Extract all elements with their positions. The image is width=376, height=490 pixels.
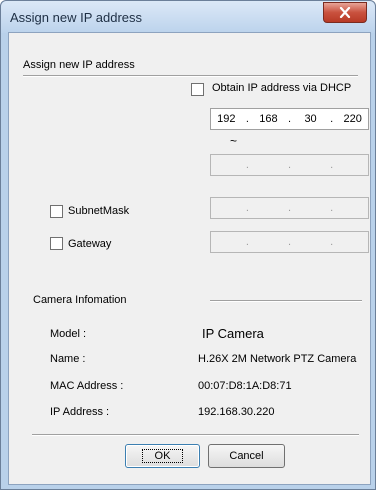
ip-dot: . bbox=[330, 113, 334, 125]
ip-dot: . bbox=[245, 202, 249, 214]
ip-start-octet-4: 220 bbox=[343, 113, 362, 125]
assign-section-label: Assign new IP address bbox=[23, 59, 135, 71]
ip-address-value: 192.168.30.220 bbox=[198, 406, 275, 418]
window-title: Assign new IP address bbox=[10, 10, 142, 25]
ip-address-label: IP Address : bbox=[50, 406, 110, 418]
gateway-input[interactable]: . . . bbox=[210, 231, 369, 253]
mac-value: 00:07:D8:1A:D8:71 bbox=[198, 380, 292, 392]
title-bar[interactable]: Assign new IP address bbox=[1, 1, 375, 33]
ip-dot: . bbox=[330, 159, 334, 171]
ip-dot: . bbox=[245, 159, 249, 171]
name-value: H.26X 2M Network PTZ Camera bbox=[198, 353, 357, 365]
ip-start-input[interactable]: 192 . 168 . 30 . 220 bbox=[210, 108, 369, 130]
ok-button-label: OK bbox=[141, 449, 184, 463]
ip-dot: . bbox=[287, 113, 292, 125]
name-label: Name : bbox=[50, 353, 86, 365]
mac-label: MAC Address : bbox=[50, 380, 124, 392]
ip-dot: . bbox=[330, 202, 334, 214]
cancel-button[interactable]: Cancel bbox=[208, 444, 285, 468]
assign-section-divider bbox=[23, 75, 358, 77]
ip-dot: . bbox=[287, 202, 292, 214]
ok-button[interactable]: OK bbox=[125, 444, 200, 468]
ip-dot: . bbox=[245, 236, 249, 248]
close-icon bbox=[339, 7, 351, 18]
dialog-window: Assign new IP address Assign new IP addr… bbox=[0, 0, 376, 490]
ip-dot: . bbox=[287, 236, 292, 248]
ip-start-octet-1: 192 bbox=[217, 113, 236, 125]
ip-dot: . bbox=[287, 159, 292, 171]
camera-section-label: Camera Infomation bbox=[33, 294, 127, 306]
button-divider bbox=[32, 434, 359, 436]
ip-start-octet-2: 168 bbox=[259, 113, 278, 125]
ip-end-input[interactable]: . . . bbox=[210, 154, 369, 176]
dhcp-checkbox[interactable] bbox=[191, 83, 204, 96]
model-label: Model : bbox=[50, 328, 87, 340]
gateway-checkbox[interactable] bbox=[50, 237, 63, 250]
dhcp-label: Obtain IP address via DHCP bbox=[212, 82, 352, 94]
ip-dot: . bbox=[245, 113, 249, 125]
subnet-checkbox[interactable] bbox=[50, 205, 63, 218]
subnet-label: SubnetMask bbox=[68, 205, 130, 217]
camera-section-divider bbox=[210, 300, 362, 302]
gateway-label: Gateway bbox=[68, 238, 112, 250]
subnet-input[interactable]: . . . bbox=[210, 197, 369, 219]
range-separator: ~ bbox=[230, 134, 238, 148]
cancel-button-label: Cancel bbox=[229, 450, 264, 462]
ip-dot: . bbox=[330, 236, 334, 248]
ip-start-octet-3: 30 bbox=[304, 113, 317, 125]
close-button[interactable] bbox=[323, 2, 367, 23]
dialog-body: Assign new IP address Obtain IP address … bbox=[8, 32, 371, 485]
model-value: IP Camera bbox=[202, 326, 264, 341]
